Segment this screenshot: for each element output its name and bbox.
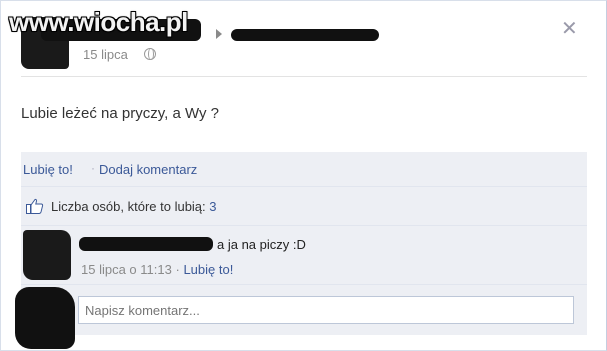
comment-like-link[interactable]: Lubię to! <box>183 262 233 277</box>
post-text: Lubie leżeć na pryczy, a Wy ? <box>21 105 220 122</box>
comment-text: a ja na piczy :D <box>217 237 306 252</box>
post-card: www.wiocha.pl 15 lipca ✕ Lubie leżeć na … <box>0 0 607 351</box>
like-link[interactable]: Lubię to! <box>23 162 73 177</box>
arrow-icon <box>216 29 222 39</box>
comment-timestamp[interactable]: 15 lipca o 11:13 <box>81 262 172 277</box>
likes-row: Liczba osób, które to lubią: 3 <box>21 187 587 226</box>
watermark-logo: www.wiocha.pl <box>9 7 188 37</box>
redacted-commenter-name <box>79 237 213 251</box>
post-timestamp[interactable]: 15 lipca <box>83 47 128 62</box>
new-comment-row <box>15 285 587 349</box>
close-icon[interactable]: ✕ <box>561 19 578 39</box>
comment-item: a ja na piczy :D 15 lipca o 11:13 · Lubi… <box>21 226 587 285</box>
commenter-avatar[interactable] <box>23 230 71 280</box>
divider <box>21 76 587 77</box>
redacted-target-name <box>231 29 379 41</box>
current-user-avatar <box>15 287 75 349</box>
action-separator: · <box>91 161 95 175</box>
post-actions: Lubię to! · Dodaj komentarz <box>21 152 587 187</box>
globe-icon <box>144 48 156 60</box>
add-comment-link[interactable]: Dodaj komentarz <box>99 162 197 177</box>
comment-meta: 15 lipca o 11:13 · Lubię to! <box>81 262 233 277</box>
likes-label: Liczba osób, które to lubią: <box>51 199 206 214</box>
thumbs-up-icon <box>26 198 44 214</box>
likes-summary: Liczba osób, które to lubią: 3 <box>51 199 217 214</box>
likes-count[interactable]: 3 <box>209 199 216 214</box>
comment-input[interactable] <box>78 296 574 324</box>
comment-separator: · <box>175 262 180 277</box>
